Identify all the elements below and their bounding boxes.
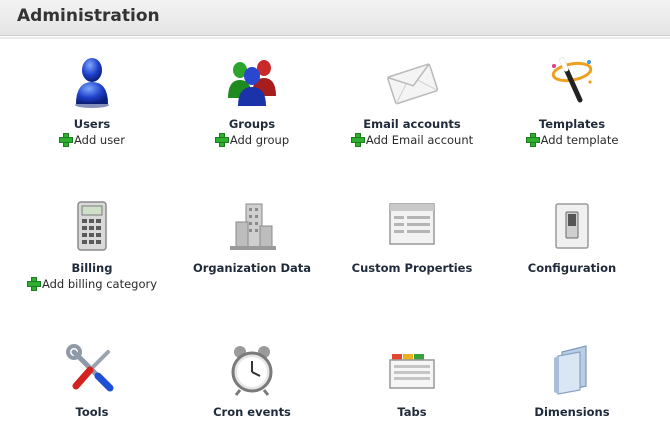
configuration-title[interactable]: Configuration bbox=[492, 261, 652, 275]
email-accounts-title[interactable]: Email accounts bbox=[332, 117, 492, 131]
envelope-icon[interactable] bbox=[382, 52, 442, 112]
tabs-title[interactable]: Tabs bbox=[332, 405, 492, 419]
admin-header: Administration bbox=[0, 0, 670, 36]
plus-icon bbox=[26, 277, 41, 291]
templates-title[interactable]: Templates bbox=[492, 117, 652, 131]
switch-icon[interactable] bbox=[542, 196, 602, 256]
admin-item-billing[interactable]: Billing Add billing category bbox=[12, 196, 172, 316]
add-template-link[interactable]: Add template bbox=[492, 133, 652, 147]
custom-properties-title[interactable]: Custom Properties bbox=[332, 261, 492, 275]
organization-data-title[interactable]: Organization Data bbox=[172, 261, 332, 275]
groups-title[interactable]: Groups bbox=[172, 117, 332, 131]
admin-item-custom-properties[interactable]: Custom Properties bbox=[332, 196, 492, 316]
plus-icon bbox=[58, 133, 73, 147]
add-billing-category-link[interactable]: Add billing category bbox=[12, 277, 172, 291]
calculator-icon[interactable] bbox=[62, 196, 122, 256]
users-title[interactable]: Users bbox=[12, 117, 172, 131]
user-icon[interactable] bbox=[62, 52, 122, 112]
admin-item-cron-events[interactable]: Cron events bbox=[172, 340, 332, 446]
folder-icon[interactable] bbox=[542, 340, 602, 400]
cron-events-title[interactable]: Cron events bbox=[172, 405, 332, 419]
dimensions-title[interactable]: Dimensions bbox=[492, 405, 652, 419]
admin-item-templates[interactable]: Templates Add template bbox=[492, 52, 652, 172]
plus-icon bbox=[350, 133, 365, 147]
magic-wand-icon[interactable] bbox=[542, 52, 602, 112]
admin-item-dimensions[interactable]: Dimensions bbox=[492, 340, 652, 446]
plus-icon bbox=[214, 133, 229, 147]
tools-title[interactable]: Tools bbox=[12, 405, 172, 419]
admin-item-email-accounts[interactable]: Email accounts Add Email account bbox=[332, 52, 492, 172]
plus-icon bbox=[525, 133, 540, 147]
page-title: Administration bbox=[17, 6, 160, 26]
building-icon[interactable] bbox=[222, 196, 282, 256]
admin-item-users[interactable]: Users Add user bbox=[12, 52, 172, 172]
billing-title[interactable]: Billing bbox=[12, 261, 172, 275]
tabbed-window-icon[interactable] bbox=[382, 340, 442, 400]
add-group-link[interactable]: Add group bbox=[172, 133, 332, 147]
admin-item-configuration[interactable]: Configuration bbox=[492, 196, 652, 316]
form-window-icon[interactable] bbox=[382, 196, 442, 256]
header-divider bbox=[0, 37, 670, 39]
add-email-account-link[interactable]: Add Email account bbox=[332, 133, 492, 147]
alarm-clock-icon[interactable] bbox=[222, 340, 282, 400]
admin-item-organization-data[interactable]: Organization Data bbox=[172, 196, 332, 316]
tools-icon[interactable] bbox=[62, 340, 122, 400]
group-icon[interactable] bbox=[222, 52, 282, 112]
admin-item-tabs[interactable]: Tabs bbox=[332, 340, 492, 446]
add-user-link[interactable]: Add user bbox=[12, 133, 172, 147]
admin-item-tools[interactable]: Tools bbox=[12, 340, 172, 446]
admin-item-groups[interactable]: Groups Add group bbox=[172, 52, 332, 172]
